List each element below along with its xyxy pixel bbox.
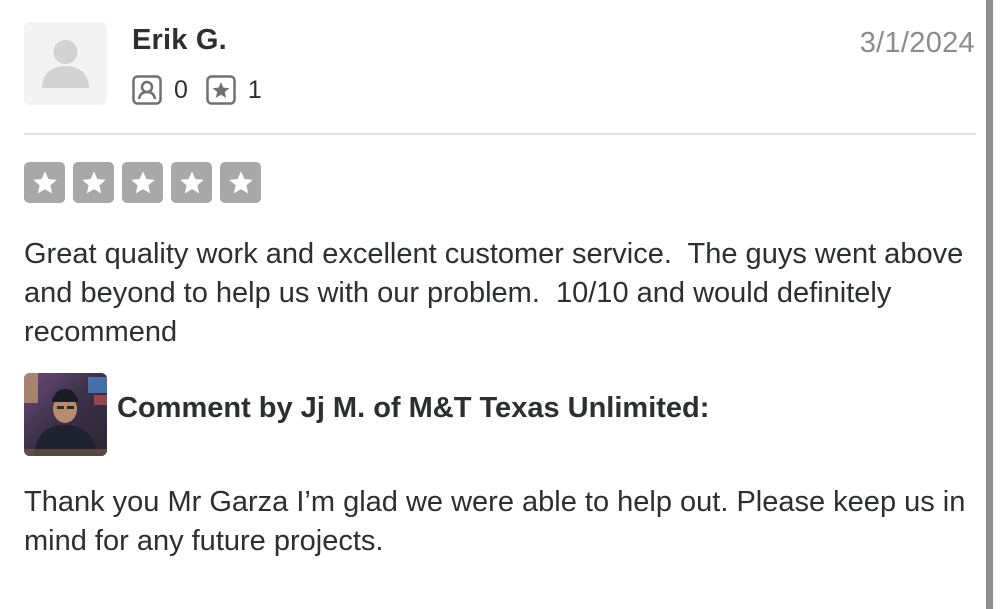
star-icon (32, 170, 57, 193)
star-2 (73, 162, 114, 203)
star-4 (171, 162, 212, 203)
star-icon (130, 170, 155, 193)
owner-comment-text: Thank you Mr Garza I’m glad we were able… (24, 486, 966, 557)
owner-comment-heading: Comment by Jj M. of M&T Texas Unlimited: (117, 392, 710, 424)
owner-photo (24, 373, 107, 456)
friends-icon (132, 75, 162, 105)
star-icon (179, 170, 204, 193)
divider (24, 133, 976, 135)
scrollbar-edge (986, 0, 993, 609)
review-date: 3/1/2024 (859, 27, 975, 59)
star-icon (81, 170, 106, 193)
user-name[interactable]: Erik G. (132, 24, 227, 57)
review-card: Erik G. 0 1 3/1/2024 Great quality work … (0, 0, 1000, 609)
default-user-icon (24, 22, 107, 105)
user-avatar[interactable] (24, 22, 107, 105)
friends-count: 0 (174, 75, 188, 104)
star-5 (220, 162, 261, 203)
star-rating (24, 162, 261, 203)
review-star-icon (206, 75, 236, 105)
reviews-count: 1 (247, 75, 262, 104)
user-stats: 0 1 (132, 74, 280, 106)
review-text: Great quality work and excellent custome… (24, 238, 972, 348)
owner-avatar[interactable] (24, 373, 107, 456)
star-3 (122, 162, 163, 203)
reviews-stat: 1 (206, 75, 262, 105)
star-icon (228, 170, 253, 193)
friends-stat: 0 (132, 75, 188, 105)
star-1 (24, 162, 65, 203)
